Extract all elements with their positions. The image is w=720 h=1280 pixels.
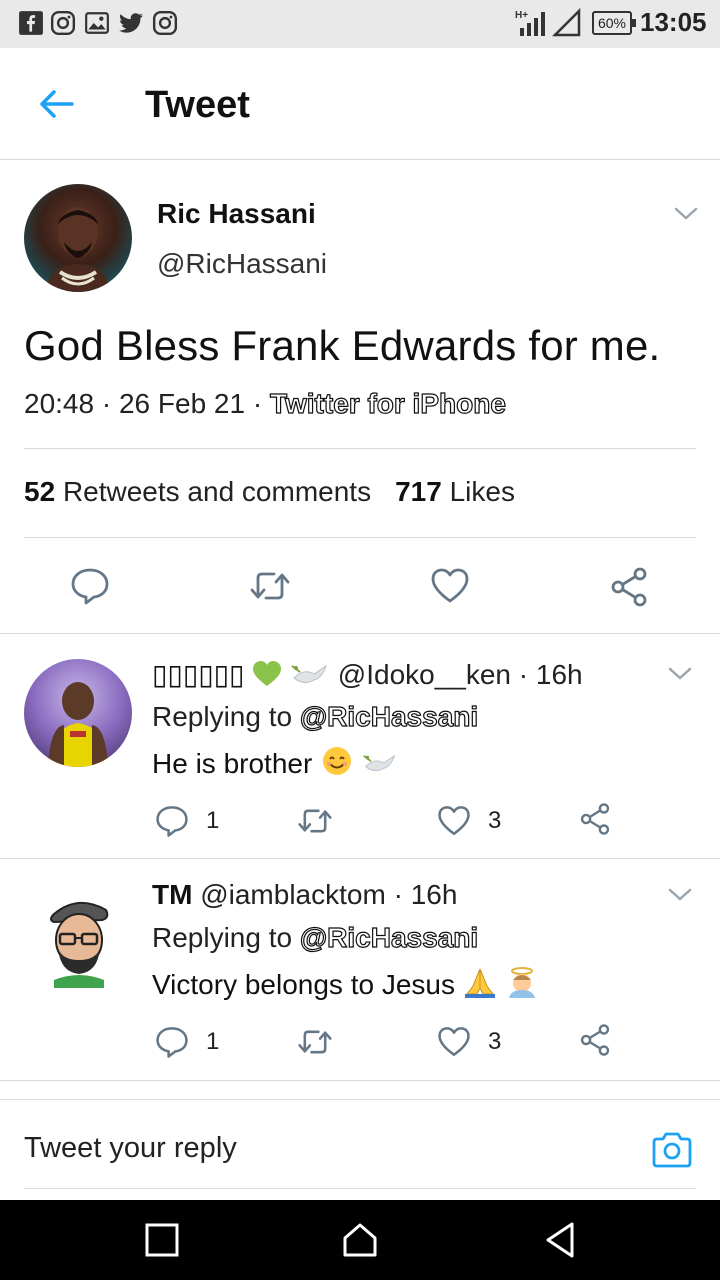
reply-avatar[interactable]	[24, 880, 132, 988]
divider	[0, 633, 720, 634]
facebook-icon	[19, 11, 43, 35]
share-icon[interactable]	[578, 802, 612, 836]
replying-to: Replying to @RicHassani	[152, 921, 479, 954]
meta-separator: ·	[393, 879, 403, 910]
status-time: 13:05	[640, 7, 707, 37]
author-avatar[interactable]	[24, 184, 132, 292]
back-arrow-icon[interactable]	[32, 80, 80, 128]
tweet-source[interactable]: Twitter for iPhone	[269, 387, 506, 419]
reply-body: He is brother	[152, 748, 313, 779]
divider	[24, 448, 696, 449]
tweet-stats: 52 Retweets and comments 717 Likes	[24, 476, 515, 508]
likes-label: Likes	[449, 476, 515, 507]
divider	[0, 1080, 720, 1081]
reply-input[interactable]: Tweet your reply	[24, 1132, 237, 1165]
battery-indicator: 60%	[592, 11, 636, 35]
reply-body: Victory belongs to Jesus	[152, 969, 455, 1000]
camera-icon[interactable]	[650, 1130, 694, 1170]
app-header: Tweet	[0, 48, 720, 160]
recents-icon[interactable]	[142, 1220, 182, 1260]
smiling-face-emoji	[323, 747, 352, 775]
svg-text:H+: H+	[515, 10, 528, 21]
like-icon[interactable]	[430, 566, 470, 606]
chevron-down-icon[interactable]	[666, 885, 694, 905]
gallery-icon	[85, 12, 109, 34]
green-heart-emoji	[253, 661, 282, 686]
like-count: 3	[488, 1028, 502, 1055]
reply-time: 16h	[535, 659, 583, 690]
reply-count: 1	[206, 807, 220, 834]
avatar-cartoon	[50, 902, 109, 988]
retweets-label: Retweets and comments	[62, 476, 372, 507]
reply-author-name[interactable]: ▯▯▯▯▯▯	[152, 659, 244, 690]
dove-emoji	[291, 664, 327, 684]
like-icon[interactable]	[437, 1025, 471, 1059]
divider	[0, 858, 720, 859]
reply-text: He is brother	[152, 745, 398, 780]
divider	[24, 537, 696, 538]
meta-separator: ·	[518, 659, 529, 690]
retweet-icon[interactable]	[296, 804, 334, 838]
reply-icon[interactable]	[155, 1025, 189, 1059]
like-icon[interactable]	[437, 804, 471, 838]
likes-stat[interactable]: 717 Likes	[395, 476, 515, 507]
reply-text: Victory belongs to Jesus	[152, 966, 539, 1001]
chevron-down-icon[interactable]	[666, 664, 694, 684]
instagram-icon	[152, 10, 178, 36]
system-nav-bar	[0, 1200, 720, 1280]
divider	[0, 1099, 720, 1100]
reply-avatar[interactable]	[24, 659, 132, 767]
avatar-portrait	[46, 207, 110, 292]
retweets-count: 52	[24, 476, 56, 507]
meta-separator: ·	[252, 388, 263, 419]
author-handle[interactable]: @RicHassani	[157, 248, 327, 280]
mention-link[interactable]: @RicHassani	[299, 700, 478, 732]
signal-icon: H+	[515, 10, 545, 36]
page-title: Tweet	[145, 84, 250, 126]
replying-to-label: Replying to	[152, 701, 293, 732]
reply-icon[interactable]	[70, 566, 110, 606]
tweet-time: 20:48	[24, 388, 95, 419]
tweet-text: God Bless Frank Edwards for me.	[24, 322, 661, 369]
reply-count: 1	[206, 1028, 220, 1055]
reply-time: 16h	[410, 879, 458, 910]
share-icon[interactable]	[608, 566, 650, 608]
retweet-icon[interactable]	[296, 1025, 334, 1059]
tweet-meta: 20:48 · 26 Feb 21 · Twitter for iPhone	[24, 387, 506, 420]
like-count: 3	[488, 807, 502, 834]
author-name[interactable]: Ric Hassani	[157, 198, 316, 230]
mention-link[interactable]: @RicHassani	[299, 921, 478, 953]
replying-to: Replying to @RicHassani	[152, 700, 479, 733]
reply-author-handle[interactable]: @iamblacktom	[200, 879, 386, 910]
likes-count: 717	[395, 476, 442, 507]
avatar-portrait	[48, 682, 108, 767]
signal-empty-icon	[552, 8, 581, 37]
reply-author-handle[interactable]: @Idoko__ken	[338, 659, 511, 690]
reply-icon[interactable]	[155, 804, 189, 838]
retweet-icon[interactable]	[248, 566, 292, 606]
tweet-date: 26 Feb 21	[118, 388, 246, 419]
replying-to-label: Replying to	[152, 922, 293, 953]
divider	[24, 1188, 696, 1189]
chevron-down-icon[interactable]	[672, 204, 700, 224]
folded-hands-emoji	[464, 968, 495, 998]
reply-header: ▯▯▯▯▯▯ @Idoko__ken · 16h	[152, 658, 583, 691]
retweets-stat[interactable]: 52 Retweets and comments	[24, 476, 371, 507]
share-icon[interactable]	[578, 1023, 612, 1057]
home-icon[interactable]	[340, 1220, 380, 1260]
angel-emoji	[508, 967, 535, 998]
reply-author-name[interactable]: TM	[152, 879, 192, 910]
dove-emoji	[363, 754, 396, 772]
status-bar: H+ 60% 13:05	[0, 0, 720, 48]
meta-separator: ·	[101, 388, 112, 419]
instagram-icon	[50, 10, 76, 36]
reply-header: TM @iamblacktom · 16h	[152, 879, 457, 911]
twitter-icon	[119, 13, 143, 33]
back-icon[interactable]	[540, 1220, 580, 1260]
